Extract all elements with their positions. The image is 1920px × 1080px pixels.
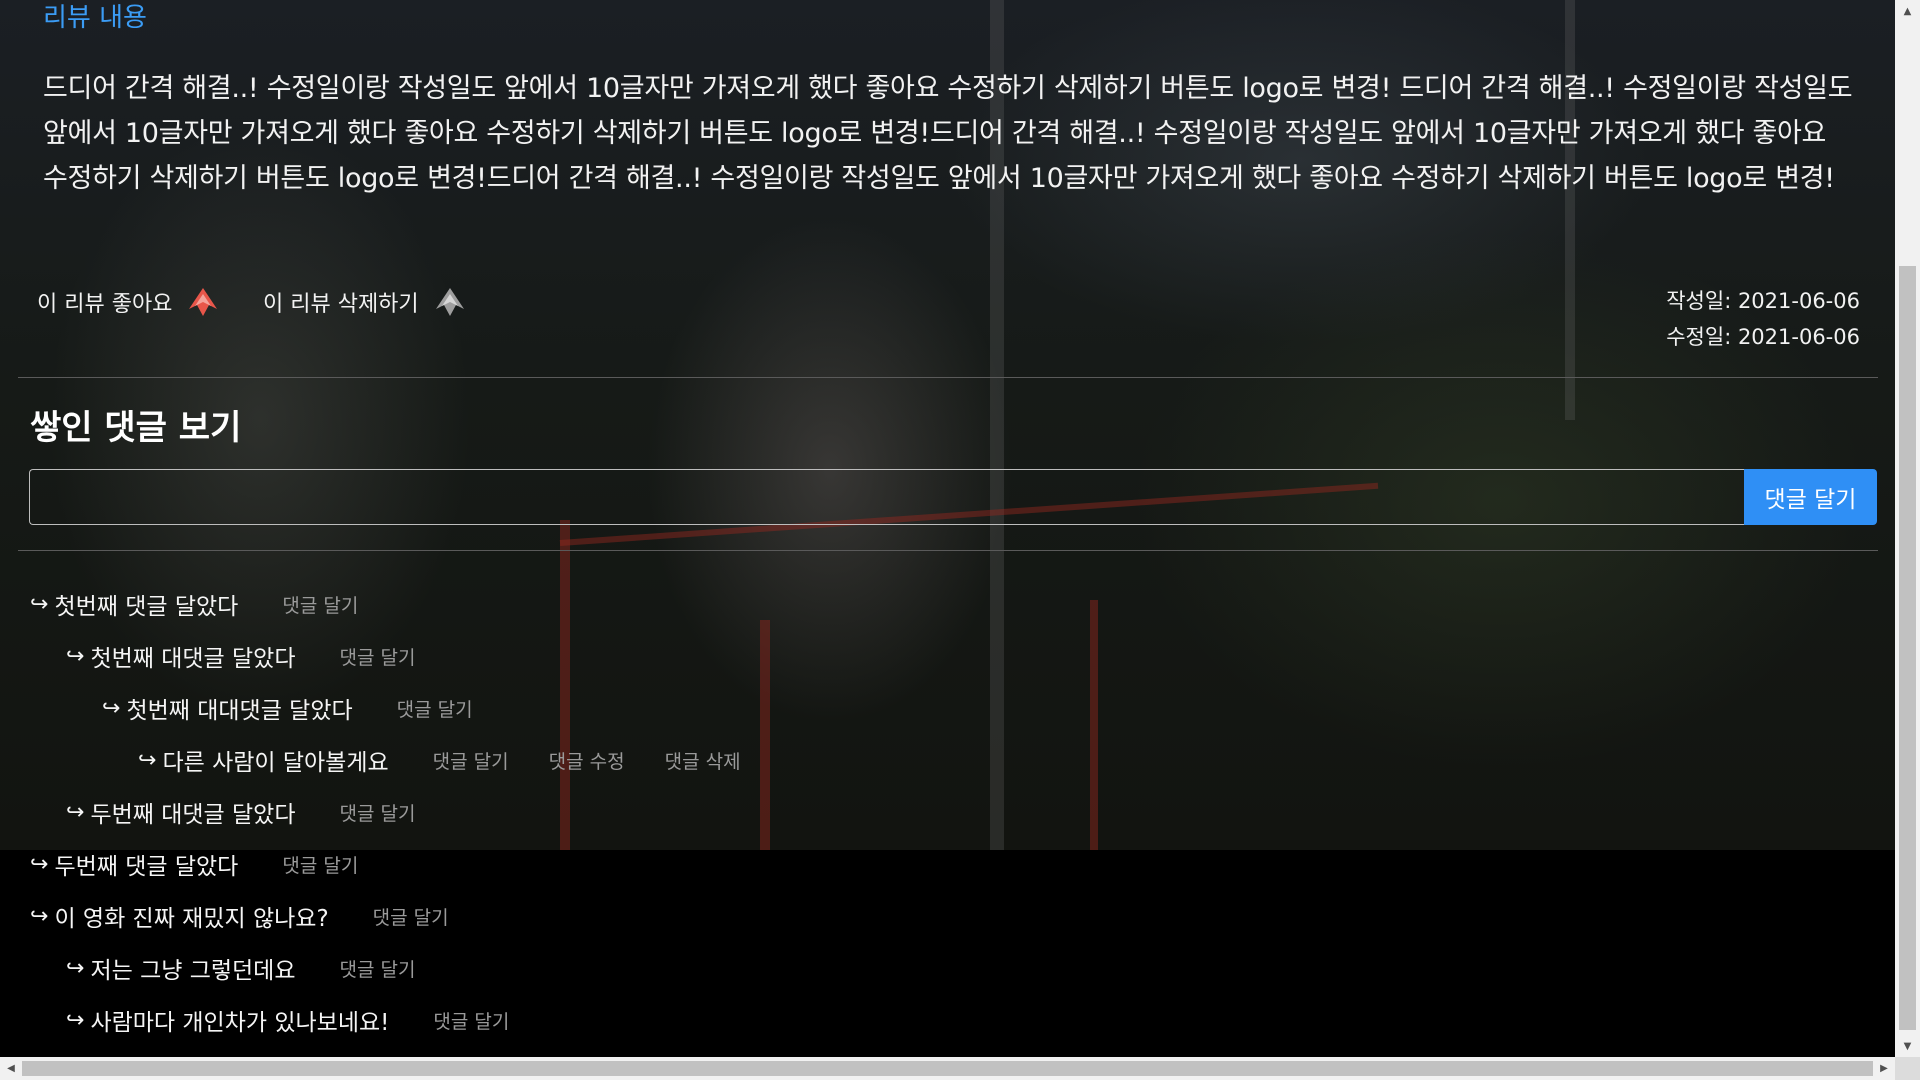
vertical-scroll-thumb[interactable] <box>1899 266 1916 1030</box>
reply-arrow-icon: ↪ <box>66 955 85 981</box>
comment-text: 이 영화 진짜 재밌지 않나요? <box>54 906 329 932</box>
comment-text: 다른 사람이 달아볼게요 <box>162 750 389 776</box>
reply-comment-button[interactable]: 댓글 달기 <box>340 643 416 670</box>
comment-text: 첫번째 대댓글 달았다 <box>90 646 296 672</box>
edit-comment-button[interactable]: 댓글 수정 <box>549 747 625 774</box>
review-page: 리뷰 내용 드디어 간격 해결..! 수정일이랑 작성일도 앞에서 10글자만 … <box>0 0 1895 1057</box>
comment-item: ↪ 저는 그냥 그렇던데요 댓글 달기 <box>30 942 1870 994</box>
comment-form: 댓글 달기 <box>29 469 1877 525</box>
delete-review-button[interactable]: 이 리뷰 삭제하기 <box>263 282 467 322</box>
review-section-title: 리뷰 내용 <box>43 3 147 33</box>
comment-item: ↪ 첫번째 대대댓글 달았다 댓글 달기 <box>30 682 1870 734</box>
reply-comment-button[interactable]: 댓글 달기 <box>340 955 416 982</box>
comment-item: ↪ 첫번째 대댓글 달았다 댓글 달기 <box>30 630 1870 682</box>
review-dates: 작성일: 2021-06-06 수정일: 2021-06-06 <box>1560 283 1860 355</box>
reply-arrow-icon: ↪ <box>30 851 49 877</box>
reply-arrow-icon: ↪ <box>138 747 157 773</box>
comment-item: ↪ 사람마다 개인차가 있나보네요! 댓글 달기 <box>30 994 1870 1046</box>
reply-arrow-icon: ↪ <box>66 643 85 669</box>
like-review-button[interactable]: 이 리뷰 좋아요 <box>37 282 220 322</box>
comment-submit-button[interactable]: 댓글 달기 <box>1744 469 1877 525</box>
comment-text: 첫번째 대대댓글 달았다 <box>126 698 353 724</box>
reply-arrow-icon: ↪ <box>66 1007 85 1033</box>
delete-logo-icon[interactable] <box>433 285 467 319</box>
comment-input[interactable] <box>29 469 1744 525</box>
scrollbar-corner <box>1895 1057 1920 1080</box>
delete-review-label: 이 리뷰 삭제하기 <box>263 292 419 317</box>
comment-item: ↪ 다른 사람이 달아볼게요 댓글 달기 댓글 수정 댓글 삭제 <box>30 734 1870 786</box>
reply-arrow-icon: ↪ <box>30 591 49 617</box>
reply-comment-button[interactable]: 댓글 달기 <box>373 903 449 930</box>
horizontal-scrollbar[interactable]: ◀ ▶ <box>0 1057 1895 1080</box>
comment-text: 저는 그냥 그렇던데요 <box>90 958 296 984</box>
reply-comment-button[interactable]: 댓글 달기 <box>433 1007 509 1034</box>
section-divider <box>18 377 1878 378</box>
comment-item: ↪ 이 영화 진짜 재밌지 않나요? 댓글 달기 <box>30 890 1870 942</box>
reply-arrow-icon: ↪ <box>30 903 49 929</box>
scroll-right-arrow-icon[interactable]: ▶ <box>1873 1057 1895 1080</box>
delete-comment-button[interactable]: 댓글 삭제 <box>665 747 741 774</box>
comment-list: ↪ 첫번째 댓글 달았다 댓글 달기 ↪ 첫번째 대댓글 달았다 댓글 달기 ↪ 첫번째 대대… <box>30 578 1870 1046</box>
scroll-left-arrow-icon[interactable]: ◀ <box>0 1057 22 1080</box>
review-body-text: 드디어 간격 해결..! 수정일이랑 작성일도 앞에서 10글자만 가져오게 했… <box>43 73 1853 194</box>
like-review-label: 이 리뷰 좋아요 <box>37 292 173 317</box>
comments-divider <box>18 550 1878 551</box>
modified-date: 수정일: 2021-06-06 <box>1666 325 1860 349</box>
comment-item: ↪ 두번째 댓글 달았다 댓글 달기 <box>30 838 1870 890</box>
reply-comment-button[interactable]: 댓글 달기 <box>340 799 416 826</box>
vertical-scrollbar[interactable]: ▲ ▼ <box>1895 0 1920 1057</box>
comment-text: 두번째 대댓글 달았다 <box>90 802 296 828</box>
comments-title: 쌓인 댓글 보기 <box>30 408 242 448</box>
comment-text: 사람마다 개인차가 있나보네요! <box>90 1010 390 1036</box>
reply-comment-button[interactable]: 댓글 달기 <box>397 695 473 722</box>
reply-comment-button[interactable]: 댓글 달기 <box>433 747 509 774</box>
horizontal-scroll-thumb[interactable] <box>22 1061 1873 1076</box>
reply-comment-button[interactable]: 댓글 달기 <box>282 851 358 878</box>
scroll-down-arrow-icon[interactable]: ▼ <box>1895 1035 1920 1057</box>
comment-item: ↪ 두번째 대댓글 달았다 댓글 달기 <box>30 786 1870 838</box>
scroll-up-arrow-icon[interactable]: ▲ <box>1895 0 1920 22</box>
reply-arrow-icon: ↪ <box>66 799 85 825</box>
like-logo-icon[interactable] <box>186 285 220 319</box>
comment-text: 첫번째 댓글 달았다 <box>54 594 239 620</box>
reply-arrow-icon: ↪ <box>102 695 121 721</box>
created-date: 작성일: 2021-06-06 <box>1666 289 1860 313</box>
comment-item: ↪ 첫번째 댓글 달았다 댓글 달기 <box>30 578 1870 630</box>
reply-comment-button[interactable]: 댓글 달기 <box>282 591 358 618</box>
comment-text: 두번째 댓글 달았다 <box>54 854 239 880</box>
